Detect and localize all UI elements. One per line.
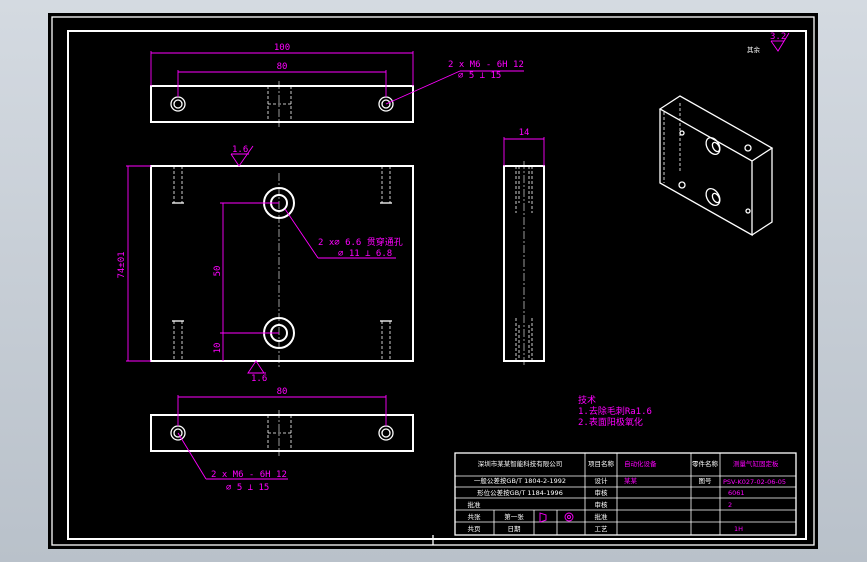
- tb-partno-label: 图号: [699, 477, 713, 485]
- dim-74-text: 74±01: [117, 251, 127, 278]
- tb-name-label: 零件名称: [692, 459, 719, 468]
- roughness-bottom-text: 1.6: [251, 374, 267, 384]
- top-leader: [385, 70, 461, 105]
- bottom-view: 80 2 x M6 - 6H 12 ⌀ 5 ⟂ 15: [150, 387, 414, 493]
- tech-notes: 技术 1.去除毛刺Ra1.6 2.表面阳极氧化: [578, 394, 652, 428]
- dim-100-text: 100: [274, 43, 290, 53]
- roughness-top-text: 1.6: [232, 145, 248, 155]
- tb-partno-value: PSV-K027-02-06-05: [723, 478, 786, 486]
- dim-50-text: 50: [213, 266, 223, 277]
- tb-project-value: 自动化设备: [624, 459, 657, 468]
- tb-material-value: 6061: [728, 489, 745, 497]
- roughness-value: 3.2: [770, 32, 786, 42]
- side-view: 14: [503, 128, 545, 366]
- general-roughness: 其余 3.2: [747, 32, 790, 54]
- top-thread-note-2: ⌀ 5 ⟂ 15: [458, 71, 501, 81]
- bottom-thread-note-2: ⌀ 5 ⟂ 15: [226, 483, 269, 493]
- title-block: 深圳市某某智能科技有限公司 一般公差按GB/T 1804-2-1992 形位公差…: [454, 452, 797, 536]
- bottom-leader: [177, 432, 207, 480]
- front-hole-note-1: 2 x⌀ 6.6 贯穿通孔: [318, 236, 403, 248]
- tb-scale-label: 共张: [468, 512, 482, 521]
- tb-date-label: 日期: [508, 525, 522, 533]
- isometric-view: [658, 95, 774, 237]
- tb-project-label: 项目名称: [588, 459, 615, 468]
- tb-check-label-2: 审核: [595, 500, 609, 509]
- dim-14-text: 14: [519, 128, 530, 138]
- tech-note-1: 1.去除毛刺Ra1.6: [578, 405, 652, 417]
- front-view: 74±01 50 10 1.6 1.6 2 x⌀ 6.6 贯穿通孔 ⌀ 11 ⟂…: [117, 145, 414, 384]
- tb-standard-1: 一般公差按GB/T 1804-2-1992: [474, 476, 566, 485]
- dim-10-text: 10: [213, 343, 223, 354]
- dim-80b-text: 80: [277, 387, 288, 397]
- front-hole-leader: [284, 208, 319, 259]
- tb-company: 深圳市某某智能科技有限公司: [478, 459, 563, 468]
- tb-qty-value: 2: [728, 501, 732, 509]
- bottom-thread-note-1: 2 x M6 - 6H 12: [211, 470, 287, 480]
- top-left-hole-inner: [173, 99, 183, 109]
- tech-notes-title: 技术: [578, 394, 596, 406]
- tb-standard-2: 形位公差按GB/T 1184-1996: [477, 488, 563, 497]
- tb-process-label: 工艺: [595, 525, 609, 533]
- bottom-view-outline: [150, 414, 414, 452]
- top-view-outline: [150, 85, 414, 123]
- tb-sheet-label: 第一张: [504, 512, 524, 521]
- dim-80-text: 80: [277, 62, 288, 72]
- drawing-sheet[interactable]: 100 80 2 x M6 - 6H 12 ⌀ 5 ⟂ 15 74±01 50 …: [48, 13, 818, 549]
- top-view: 100 80 2 x M6 - 6H 12 ⌀ 5 ⟂ 15: [150, 43, 524, 127]
- tb-design-value: 某某: [624, 477, 638, 485]
- drawing-canvas: 100 80 2 x M6 - 6H 12 ⌀ 5 ⟂ 15 74±01 50 …: [51, 16, 815, 546]
- tech-note-2: 2.表面阳极氧化: [578, 416, 643, 428]
- tb-design-label: 设计: [595, 476, 609, 485]
- tb-name-value: 测量气缸固定板: [733, 459, 779, 468]
- roughness-bottom-symbol: [247, 360, 265, 374]
- cad-viewport[interactable]: 100 80 2 x M6 - 6H 12 ⌀ 5 ⟂ 15 74±01 50 …: [0, 0, 867, 562]
- front-hole-note-2: ⌀ 11 ⟂ 6.8: [338, 249, 392, 259]
- tb-qty2-value: 1H: [734, 525, 743, 533]
- tb-approve-label: 批准: [468, 500, 482, 509]
- roughness-label: 其余: [747, 45, 761, 54]
- top-thread-note-1: 2 x M6 - 6H 12: [448, 60, 524, 70]
- top-left-hole: [170, 96, 186, 112]
- tb-check-label: 审核: [595, 488, 609, 497]
- tb-proj-label: 共页: [468, 524, 482, 533]
- tb-approve-label-2: 批准: [595, 512, 609, 521]
